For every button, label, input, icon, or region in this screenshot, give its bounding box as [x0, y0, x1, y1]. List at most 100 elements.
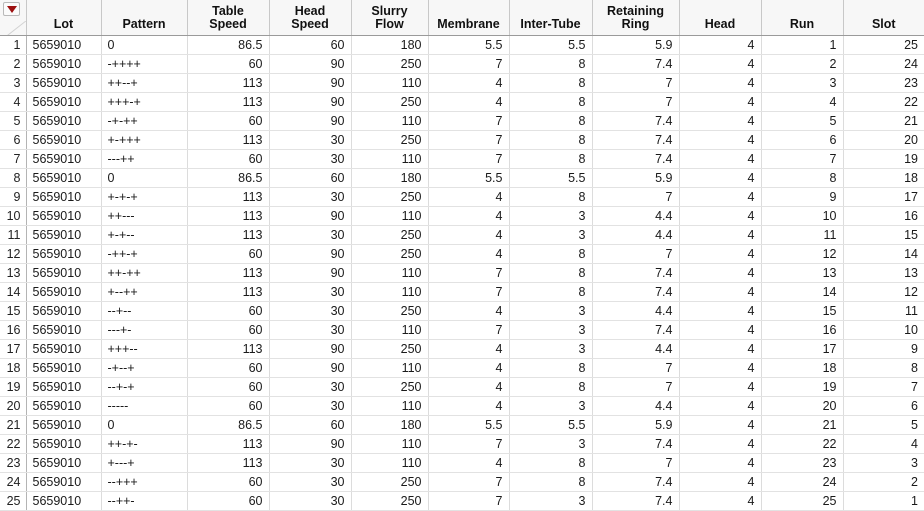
table-row[interactable]: 7 5659010 ---++ 60 30 110 7 8 7.4 4 7 19 [0, 149, 924, 169]
cell-run[interactable]: 10 [761, 206, 844, 226]
table-row[interactable]: 11 5659010 +-+-- 113 30 250 4 3 4.4 4 11 15 [0, 225, 924, 245]
cell-slot[interactable]: 9 [843, 339, 924, 359]
cell-lot[interactable]: 5659010 [26, 54, 102, 74]
cell-inter_tube[interactable]: 8 [509, 377, 593, 397]
cell-retaining_ring[interactable]: 5.9 [592, 35, 680, 55]
cell-membrane[interactable]: 4 [428, 396, 510, 416]
cell-table_speed[interactable]: 113 [187, 206, 270, 226]
cell-inter_tube[interactable]: 8 [509, 472, 593, 492]
cell-slurry_flow[interactable]: 250 [351, 225, 429, 245]
cell-table_speed[interactable]: 60 [187, 301, 270, 321]
cell-membrane[interactable]: 7 [428, 54, 510, 74]
table-row[interactable]: 19 5659010 --+-+ 60 30 250 4 8 7 4 19 7 [0, 377, 924, 397]
cell-head[interactable]: 4 [679, 301, 762, 321]
column-header-table-speed[interactable]: Table Speed [187, 0, 270, 36]
cell-table_speed[interactable]: 60 [187, 491, 270, 511]
cell-run[interactable]: 5 [761, 111, 844, 131]
table-corner-cell[interactable] [0, 0, 27, 36]
row-number-cell[interactable]: 5 [0, 111, 27, 131]
cell-inter_tube[interactable]: 8 [509, 130, 593, 150]
cell-run[interactable]: 7 [761, 149, 844, 169]
cell-lot[interactable]: 5659010 [26, 92, 102, 112]
cell-head[interactable]: 4 [679, 491, 762, 511]
cell-pattern[interactable]: +-+-- [101, 225, 188, 245]
cell-inter_tube[interactable]: 3 [509, 225, 593, 245]
cell-head_speed[interactable]: 90 [269, 263, 352, 283]
cell-head[interactable]: 4 [679, 168, 762, 188]
cell-run[interactable]: 17 [761, 339, 844, 359]
cell-run[interactable]: 13 [761, 263, 844, 283]
row-number-cell[interactable]: 13 [0, 263, 27, 283]
cell-slurry_flow[interactable]: 110 [351, 320, 429, 340]
cell-retaining_ring[interactable]: 5.9 [592, 415, 680, 435]
cell-slot[interactable]: 13 [843, 263, 924, 283]
cell-run[interactable]: 4 [761, 92, 844, 112]
cell-slot[interactable]: 21 [843, 111, 924, 131]
cell-run[interactable]: 12 [761, 244, 844, 264]
cell-table_speed[interactable]: 86.5 [187, 415, 270, 435]
cell-slot[interactable]: 19 [843, 149, 924, 169]
cell-head_speed[interactable]: 60 [269, 35, 352, 55]
row-number-cell[interactable]: 1 [0, 35, 27, 55]
column-header-slot[interactable]: Slot [843, 0, 924, 36]
cell-head_speed[interactable]: 30 [269, 453, 352, 473]
cell-table_speed[interactable]: 60 [187, 111, 270, 131]
cell-slurry_flow[interactable]: 180 [351, 415, 429, 435]
cell-membrane[interactable]: 5.5 [428, 415, 510, 435]
cell-membrane[interactable]: 4 [428, 244, 510, 264]
row-number-cell[interactable]: 6 [0, 130, 27, 150]
cell-pattern[interactable]: --+-- [101, 301, 188, 321]
row-number-cell[interactable]: 2 [0, 54, 27, 74]
cell-head_speed[interactable]: 90 [269, 206, 352, 226]
cell-retaining_ring[interactable]: 7.4 [592, 472, 680, 492]
cell-retaining_ring[interactable]: 7.4 [592, 491, 680, 511]
cell-retaining_ring[interactable]: 7.4 [592, 149, 680, 169]
cell-slurry_flow[interactable]: 110 [351, 206, 429, 226]
table-row[interactable]: 4 5659010 +++-+ 113 90 250 4 8 7 4 4 22 [0, 92, 924, 112]
cell-retaining_ring[interactable]: 7.4 [592, 282, 680, 302]
cell-run[interactable]: 25 [761, 491, 844, 511]
cell-membrane[interactable]: 7 [428, 320, 510, 340]
table-row[interactable]: 20 5659010 ----- 60 30 110 4 3 4.4 4 20 6 [0, 396, 924, 416]
cell-membrane[interactable]: 4 [428, 453, 510, 473]
cell-pattern[interactable]: 0 [101, 35, 188, 55]
cell-pattern[interactable]: ---++ [101, 149, 188, 169]
cell-run[interactable]: 16 [761, 320, 844, 340]
cell-table_speed[interactable]: 113 [187, 453, 270, 473]
cell-head[interactable]: 4 [679, 396, 762, 416]
cell-head_speed[interactable]: 90 [269, 92, 352, 112]
cell-table_speed[interactable]: 113 [187, 92, 270, 112]
cell-slurry_flow[interactable]: 250 [351, 187, 429, 207]
cell-slot[interactable]: 1 [843, 491, 924, 511]
row-number-cell[interactable]: 19 [0, 377, 27, 397]
cell-table_speed[interactable]: 60 [187, 149, 270, 169]
cell-pattern[interactable]: +-+++ [101, 130, 188, 150]
cell-pattern[interactable]: +++-+ [101, 92, 188, 112]
cell-pattern[interactable]: --+-+ [101, 377, 188, 397]
cell-lot[interactable]: 5659010 [26, 111, 102, 131]
cell-pattern[interactable]: +-+-+ [101, 187, 188, 207]
cell-slurry_flow[interactable]: 110 [351, 263, 429, 283]
cell-inter_tube[interactable]: 5.5 [509, 168, 593, 188]
cell-slurry_flow[interactable]: 110 [351, 453, 429, 473]
cell-lot[interactable]: 5659010 [26, 434, 102, 454]
cell-retaining_ring[interactable]: 7.4 [592, 130, 680, 150]
row-number-cell[interactable]: 11 [0, 225, 27, 245]
cell-lot[interactable]: 5659010 [26, 225, 102, 245]
cell-slot[interactable]: 24 [843, 54, 924, 74]
row-number-cell[interactable]: 20 [0, 396, 27, 416]
cell-inter_tube[interactable]: 8 [509, 263, 593, 283]
cell-retaining_ring[interactable]: 7.4 [592, 54, 680, 74]
cell-slurry_flow[interactable]: 110 [351, 358, 429, 378]
cell-membrane[interactable]: 7 [428, 111, 510, 131]
row-number-cell[interactable]: 4 [0, 92, 27, 112]
cell-head_speed[interactable]: 60 [269, 415, 352, 435]
cell-run[interactable]: 15 [761, 301, 844, 321]
cell-membrane[interactable]: 7 [428, 263, 510, 283]
cell-membrane[interactable]: 4 [428, 92, 510, 112]
cell-retaining_ring[interactable]: 7 [592, 358, 680, 378]
cell-table_speed[interactable]: 113 [187, 339, 270, 359]
cell-retaining_ring[interactable]: 7.4 [592, 263, 680, 283]
cell-membrane[interactable]: 5.5 [428, 168, 510, 188]
cell-slot[interactable]: 11 [843, 301, 924, 321]
